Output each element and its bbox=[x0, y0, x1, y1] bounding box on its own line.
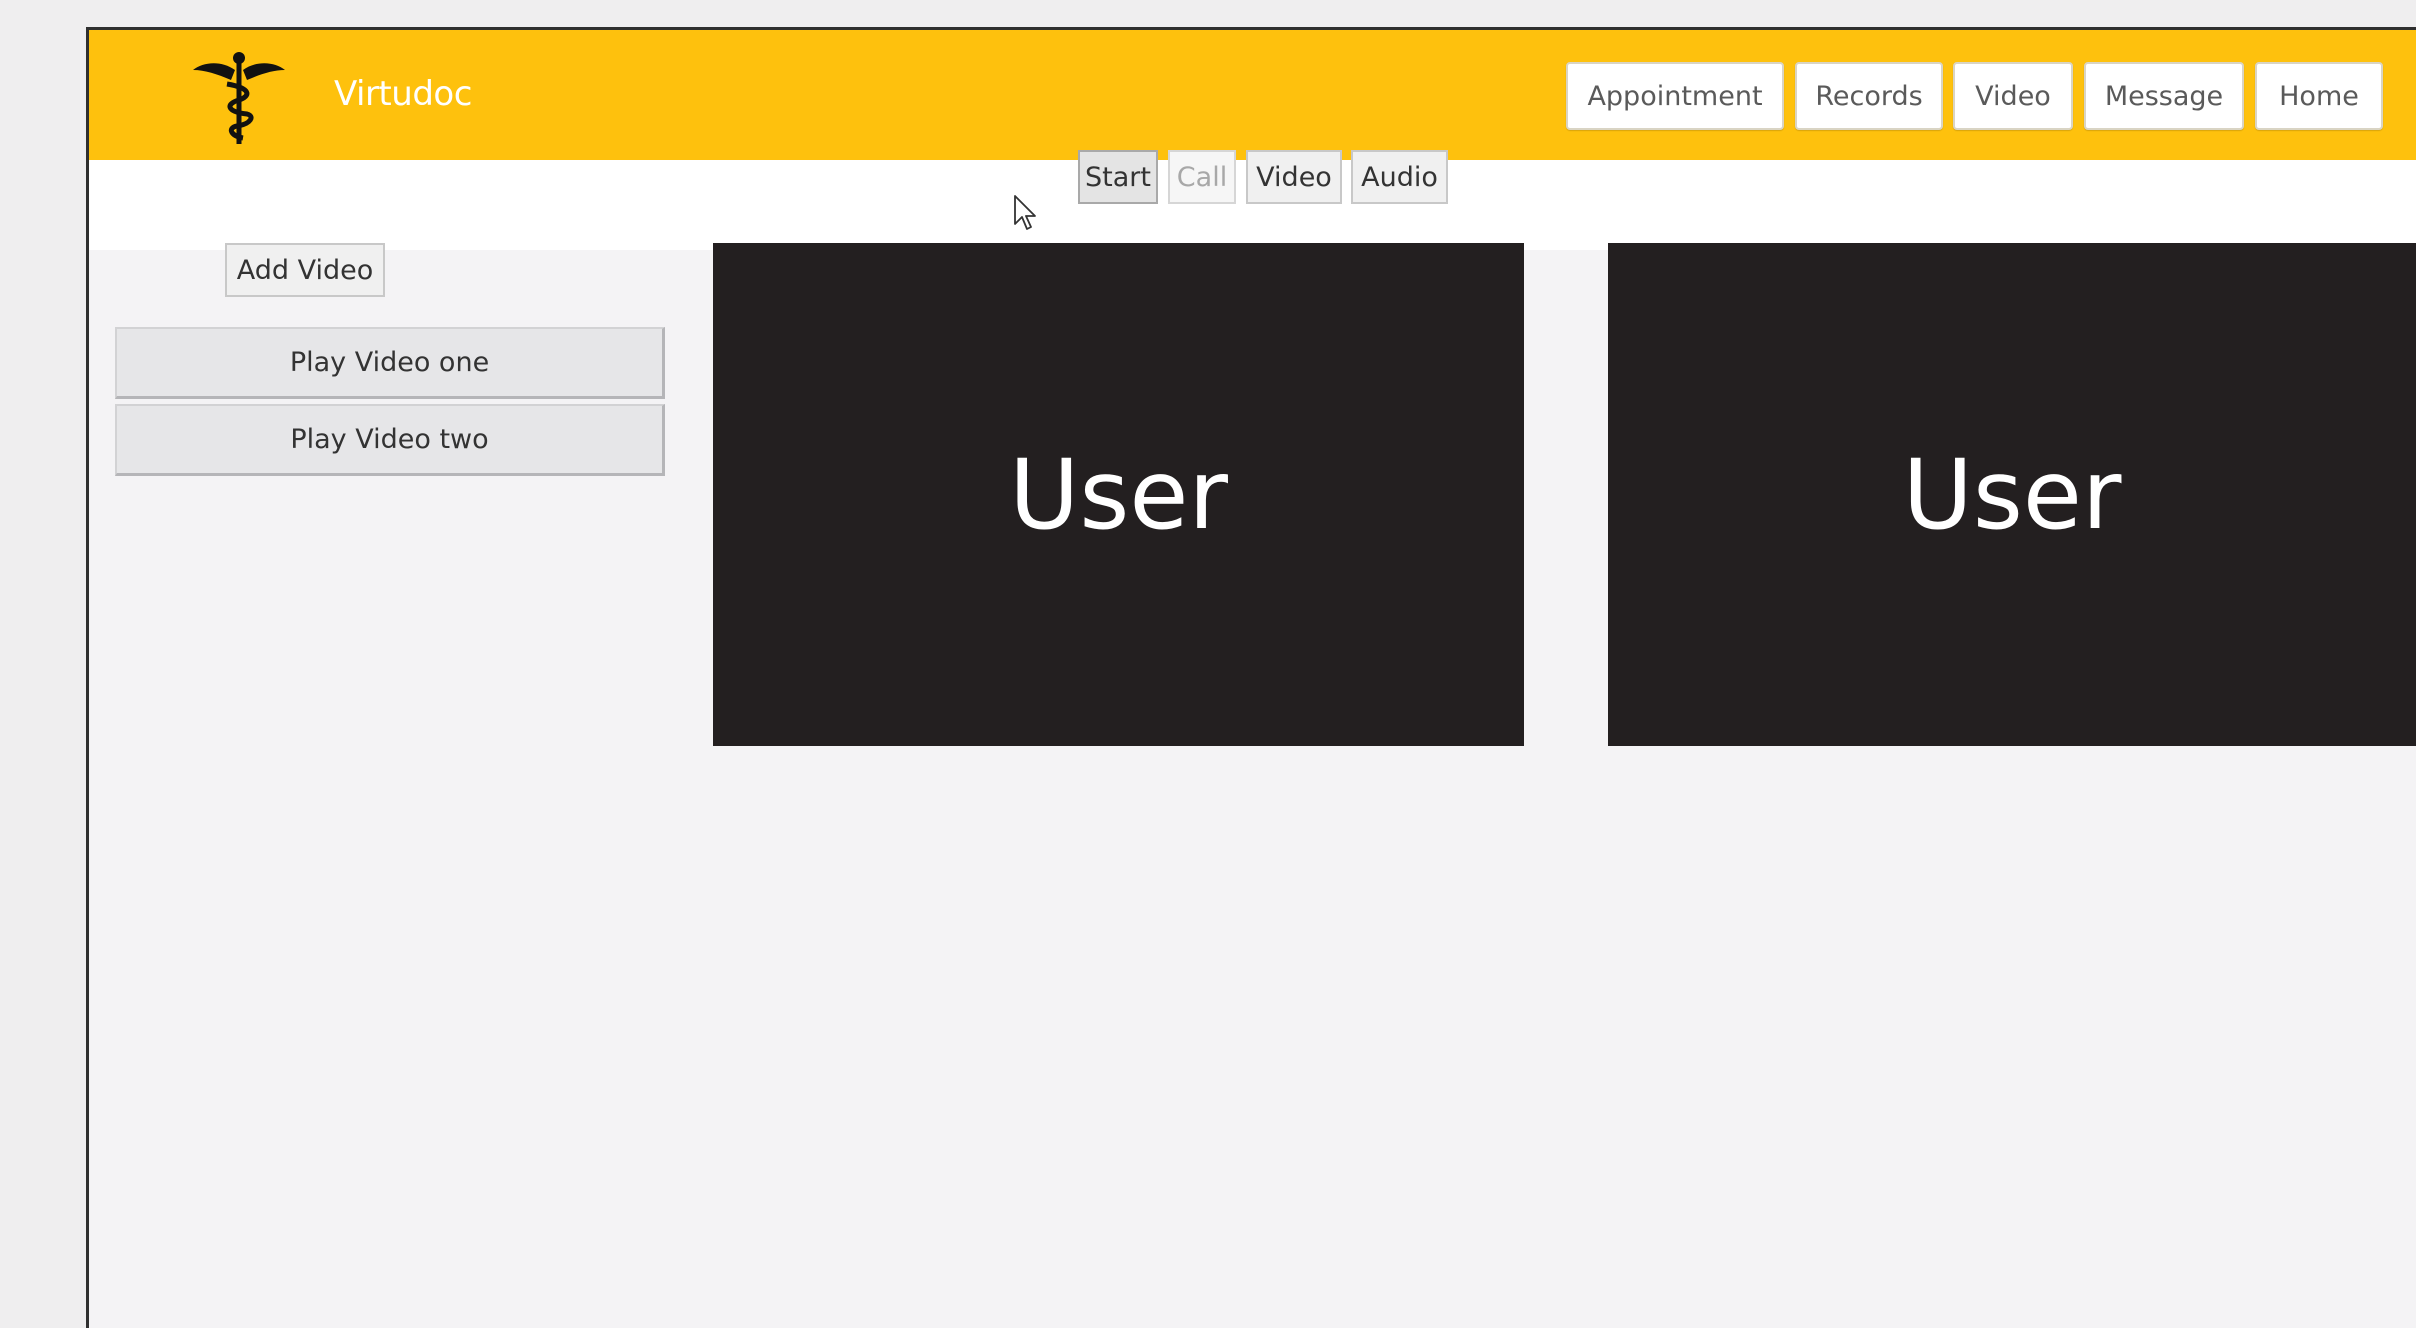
header-bar: Virtudoc Appointment Records Video Messa… bbox=[89, 30, 2416, 160]
video-user-label: User bbox=[1902, 438, 2122, 551]
audio-toggle-button[interactable]: Audio bbox=[1351, 150, 1448, 204]
add-video-button[interactable]: Add Video bbox=[225, 243, 385, 297]
app-title: Virtudoc bbox=[334, 74, 472, 114]
nav-message-button[interactable]: Message bbox=[2084, 62, 2244, 130]
video-toggle-button[interactable]: Video bbox=[1246, 150, 1342, 204]
play-video-one-button[interactable]: Play Video one bbox=[115, 327, 665, 399]
start-button[interactable]: Start bbox=[1078, 150, 1158, 204]
nav-appointment-button[interactable]: Appointment bbox=[1566, 62, 1784, 130]
call-button[interactable]: Call bbox=[1168, 150, 1236, 204]
mouse-cursor-icon bbox=[1014, 195, 1036, 230]
nav-home-button[interactable]: Home bbox=[2255, 62, 2383, 130]
video-user-label: User bbox=[1009, 438, 1228, 551]
caduceus-icon bbox=[193, 52, 285, 144]
nav-records-button[interactable]: Records bbox=[1795, 62, 1943, 130]
remote-video-panel: User bbox=[1608, 243, 2416, 746]
nav-video-button[interactable]: Video bbox=[1953, 62, 2073, 130]
play-video-two-button[interactable]: Play Video two bbox=[115, 404, 665, 476]
local-video-panel: User bbox=[713, 243, 1524, 746]
